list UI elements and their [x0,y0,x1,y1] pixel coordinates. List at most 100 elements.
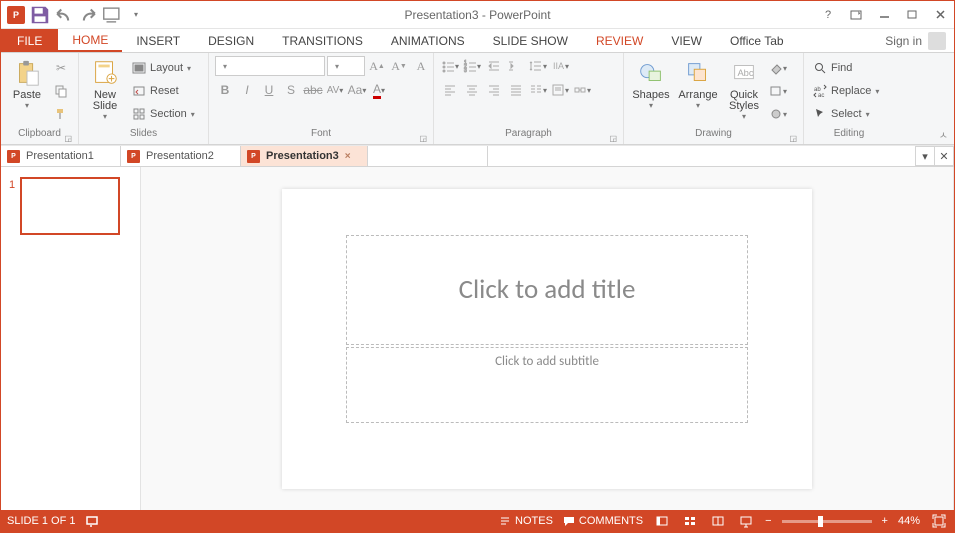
arrange-button[interactable]: Arrange▾ [676,56,720,110]
qat-customize-icon[interactable]: ▾ [125,4,147,26]
zoom-in-icon[interactable]: + [882,515,888,527]
sign-in[interactable]: Sign in [877,29,954,52]
minimize-icon[interactable] [870,3,898,27]
find-button[interactable]: Find [810,58,882,78]
tablist-close-icon[interactable]: ✕ [934,146,954,166]
cut-icon[interactable]: ✂ [51,58,71,78]
columns-icon[interactable]: ▾ [528,80,548,100]
strikethrough-icon[interactable]: abc [303,80,323,100]
help-icon[interactable]: ? [814,3,842,27]
slide-canvas-area[interactable]: Click to add title Click to add subtitle [141,167,954,510]
align-left-icon[interactable] [440,80,460,100]
slideshow-view-icon[interactable] [737,512,755,530]
ribbon-display-icon[interactable] [842,3,870,27]
doctab-presentation3[interactable]: PPresentation3× [241,146,368,166]
align-right-icon[interactable] [484,80,504,100]
clear-formatting-icon[interactable]: A [411,56,431,76]
paragraph-launcher-icon[interactable]: ◲ [609,134,617,143]
new-slide-button[interactable]: New Slide ▾ [85,56,125,121]
tab-design[interactable]: DESIGN [194,29,268,52]
shape-fill-icon[interactable]: ▾ [768,58,788,78]
align-text-icon[interactable]: ▾ [550,80,570,100]
character-spacing-icon[interactable]: AV▾ [325,80,345,100]
comments-button[interactable]: COMMENTS [563,515,643,527]
title-placeholder[interactable]: Click to add title [346,235,748,345]
change-case-icon[interactable]: Aa▾ [347,80,367,100]
bold-icon[interactable]: B [215,80,235,100]
zoom-out-icon[interactable]: − [765,515,771,527]
subtitle-placeholder[interactable]: Click to add subtitle [346,347,748,423]
tab-officetab[interactable]: Office Tab [716,29,798,52]
shape-effects-icon[interactable]: ▾ [768,104,788,124]
slide-count[interactable]: SLIDE 1 OF 1 [7,515,75,527]
justify-icon[interactable] [506,80,526,100]
smartart-icon[interactable]: ▾ [572,80,592,100]
line-spacing-icon[interactable]: ▾ [528,56,548,76]
font-size-combo[interactable]: ▾ [327,56,365,76]
slide[interactable]: Click to add title Click to add subtitle [282,189,812,489]
reading-view-icon[interactable] [709,512,727,530]
save-icon[interactable] [29,4,51,26]
copy-icon[interactable] [51,81,71,101]
collapse-ribbon-icon[interactable]: ㅅ [939,127,948,142]
zoom-slider-thumb[interactable] [818,516,823,527]
doctab-label: Presentation3 [266,150,339,162]
shape-outline-icon[interactable]: ▾ [768,81,788,101]
doctab-presentation2[interactable]: PPresentation2 [121,146,241,166]
clipboard-launcher-icon[interactable]: ◲ [64,134,72,143]
ribbon-tabs: FILE HOME INSERT DESIGN TRANSITIONS ANIM… [1,29,954,53]
decrease-indent-icon[interactable] [484,56,504,76]
thumbnail-pane[interactable]: 1 [1,167,141,510]
tab-home[interactable]: HOME [58,29,122,52]
undo-icon[interactable] [53,4,75,26]
zoom-slider[interactable] [782,520,872,523]
close-tab-icon[interactable]: × [345,151,351,162]
format-painter-icon[interactable] [51,104,71,124]
italic-icon[interactable]: I [237,80,257,100]
spell-check-icon[interactable] [85,514,99,528]
group-clipboard: Paste ▾ ✂ Clipboard◲ [1,53,79,144]
reset-button[interactable]: Reset [129,81,198,101]
notes-button[interactable]: NOTES [499,515,553,527]
doctab-presentation1[interactable]: PPresentation1 [1,146,121,166]
tab-review[interactable]: REVIEW [582,29,657,52]
font-color-icon[interactable]: A▾ [369,80,389,100]
shadow-icon[interactable]: S [281,80,301,100]
tab-file[interactable]: FILE [1,29,58,52]
zoom-level[interactable]: 44% [898,515,920,527]
align-center-icon[interactable] [462,80,482,100]
start-from-beginning-icon[interactable] [101,4,123,26]
layout-button[interactable]: Layout▾ [129,58,198,78]
slide-thumbnail-1[interactable]: 1 [9,177,132,235]
slide-sorter-view-icon[interactable] [681,512,699,530]
tab-insert[interactable]: INSERT [122,29,194,52]
fit-to-window-icon[interactable] [930,512,948,530]
normal-view-icon[interactable] [653,512,671,530]
bullets-icon[interactable]: ▾ [440,56,460,76]
tab-animations[interactable]: ANIMATIONS [377,29,479,52]
tab-transitions[interactable]: TRANSITIONS [268,29,377,52]
tab-view[interactable]: VIEW [657,29,716,52]
select-button[interactable]: Select▾ [810,104,882,124]
shrink-font-icon[interactable]: A▼ [389,56,409,76]
text-direction-icon[interactable]: IIA▾ [550,56,570,76]
grow-font-icon[interactable]: A▲ [367,56,387,76]
tab-slideshow[interactable]: SLIDE SHOW [479,29,582,52]
thumbnail-preview [20,177,120,235]
increase-indent-icon[interactable] [506,56,526,76]
replace-button[interactable]: abacReplace▾ [810,81,882,101]
font-launcher-icon[interactable]: ◲ [419,134,427,143]
section-button[interactable]: Section▾ [129,104,198,124]
maximize-icon[interactable] [898,3,926,27]
close-icon[interactable] [926,3,954,27]
font-family-combo[interactable]: ▾ [215,56,325,76]
new-doctab-button[interactable] [368,146,488,166]
shapes-button[interactable]: Shapes▾ [630,56,672,110]
quick-styles-button[interactable]: Abc Quick Styles▾ [724,56,764,121]
drawing-launcher-icon[interactable]: ◲ [789,134,797,143]
redo-icon[interactable] [77,4,99,26]
numbering-icon[interactable]: 123▾ [462,56,482,76]
paste-button[interactable]: Paste ▾ [7,56,47,110]
tablist-dropdown-icon[interactable]: ▾ [915,146,935,166]
underline-icon[interactable]: U [259,80,279,100]
